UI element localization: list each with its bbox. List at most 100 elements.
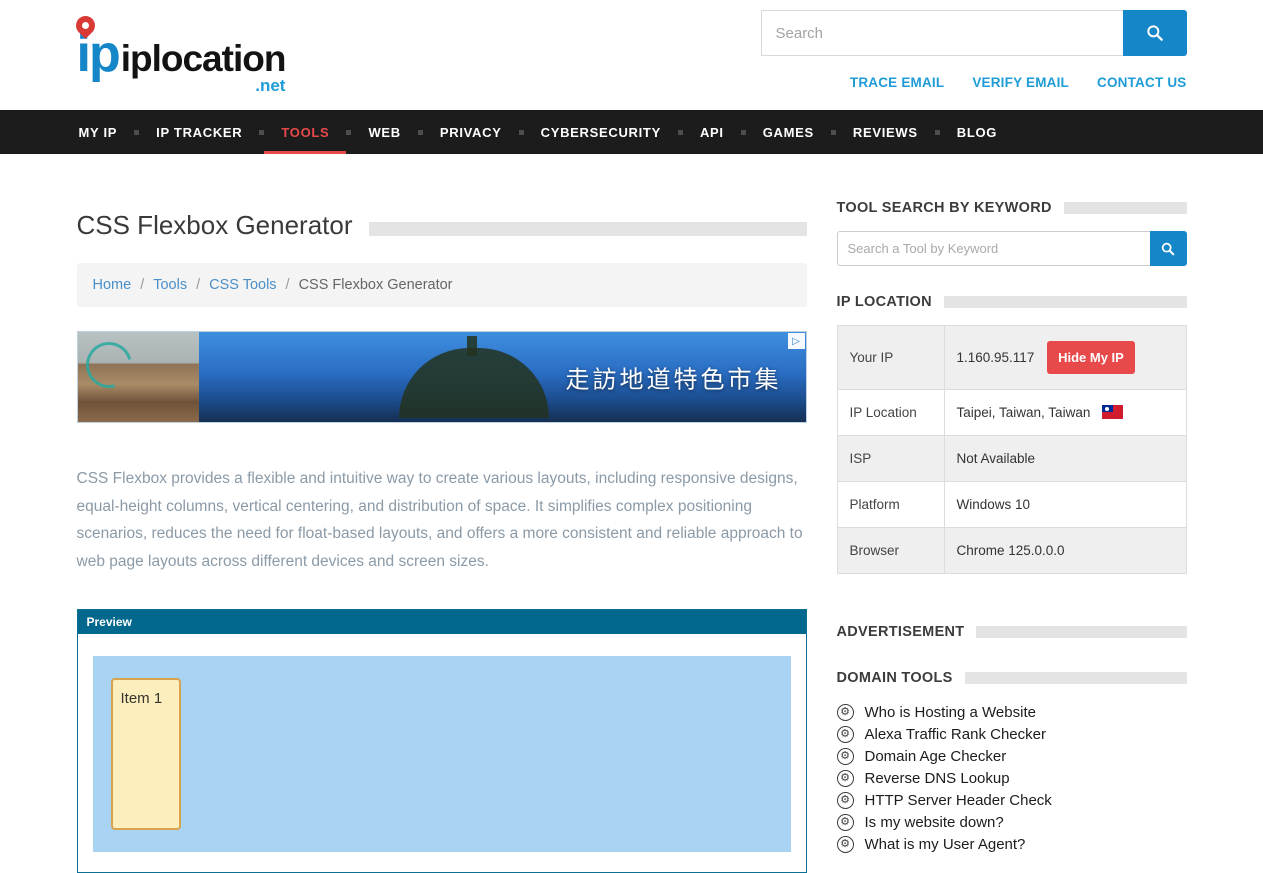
row-label: IP Location bbox=[837, 390, 944, 436]
domain-tools-list: ⚙ Who is Hosting a Website ⚙ Alexa Traff… bbox=[837, 704, 1187, 853]
breadcrumb-separator: / bbox=[286, 277, 290, 293]
domain-tool-label: Who is Hosting a Website bbox=[865, 704, 1036, 721]
ad-photo-left bbox=[78, 332, 199, 422]
row-label: Browser bbox=[837, 528, 944, 574]
breadcrumb: Home / Tools / CSS Tools / CSS Flexbox Generat… bbox=[77, 263, 807, 307]
domain-tool-label: Domain Age Checker bbox=[865, 748, 1007, 765]
main-content: CSS Flexbox Generator Home / Tools / CSS Too… bbox=[77, 184, 807, 873]
gear-icon: ⚙ bbox=[837, 726, 854, 743]
search-icon bbox=[1145, 23, 1165, 43]
platform-value: Windows 10 bbox=[944, 482, 1186, 528]
adchoices-icon[interactable]: ▷ bbox=[788, 333, 805, 349]
table-row-isp: ISP Not Available bbox=[837, 436, 1186, 482]
nav-item-blog[interactable]: BLOG bbox=[940, 110, 1014, 154]
domain-tool-hosting-link[interactable]: ⚙ Who is Hosting a Website bbox=[837, 704, 1187, 721]
heading-decoration-bar bbox=[1064, 202, 1187, 214]
nav-item-reviews[interactable]: REVIEWS bbox=[836, 110, 935, 154]
tool-search-box bbox=[837, 231, 1187, 266]
browser-value: Chrome 125.0.0.0 bbox=[944, 528, 1186, 574]
preview-body: Item 1 bbox=[78, 634, 806, 872]
nav-item-cybersecurity[interactable]: CYBERSECURITY bbox=[524, 110, 678, 154]
heading-decoration-bar bbox=[976, 626, 1186, 638]
gear-icon: ⚙ bbox=[837, 748, 854, 765]
header-links: TRACE EMAIL VERIFY EMAIL CONTACT US bbox=[761, 75, 1187, 90]
nav-item-games[interactable]: GAMES bbox=[746, 110, 831, 154]
ip-location-heading-row: IP LOCATION bbox=[837, 294, 1187, 310]
breadcrumb-css-tools[interactable]: CSS Tools bbox=[209, 277, 276, 293]
ip-location-heading: IP LOCATION bbox=[837, 294, 932, 310]
ad-headline: 走訪地道特色市集 bbox=[566, 360, 782, 395]
advertisement-heading: ADVERTISEMENT bbox=[837, 624, 965, 640]
domain-tools-heading-row: DOMAIN TOOLS bbox=[837, 670, 1187, 686]
gear-icon: ⚙ bbox=[837, 770, 854, 787]
hide-my-ip-button[interactable]: Hide My IP bbox=[1047, 341, 1135, 374]
table-row-your-ip: Your IP 1.160.95.117 Hide My IP bbox=[837, 326, 1186, 390]
breadcrumb-tools[interactable]: Tools bbox=[153, 277, 187, 293]
page-title: CSS Flexbox Generator bbox=[77, 210, 353, 241]
isp-value: Not Available bbox=[944, 436, 1186, 482]
trace-email-link[interactable]: TRACE EMAIL bbox=[850, 75, 944, 90]
gear-icon: ⚙ bbox=[837, 814, 854, 831]
ad-photo-right: 走訪地道特色市集 bbox=[199, 332, 806, 422]
nav-item-web[interactable]: WEB bbox=[351, 110, 417, 154]
domain-tool-http-header-link[interactable]: ⚙ HTTP Server Header Check bbox=[837, 792, 1187, 809]
gear-icon: ⚙ bbox=[837, 792, 854, 809]
breadcrumb-separator: / bbox=[140, 277, 144, 293]
row-label: ISP bbox=[837, 436, 944, 482]
tool-search-input[interactable] bbox=[837, 231, 1150, 266]
domain-tool-label: Reverse DNS Lookup bbox=[865, 770, 1010, 787]
ad-banner[interactable]: 走訪地道特色市集 ▷ bbox=[77, 331, 807, 423]
tool-description: CSS Flexbox provides a flexible and intu… bbox=[77, 465, 807, 575]
logo-text: iplocation bbox=[121, 38, 286, 79]
contact-us-link[interactable]: CONTACT US bbox=[1097, 75, 1187, 90]
domain-tool-user-agent-link[interactable]: ⚙ What is my User Agent? bbox=[837, 836, 1187, 853]
flexbox-preview-container: Item 1 bbox=[93, 656, 791, 852]
domain-tool-label: Is my website down? bbox=[865, 814, 1004, 831]
site-search-button[interactable] bbox=[1123, 10, 1187, 56]
flex-item-1: Item 1 bbox=[111, 678, 181, 830]
nav-item-my-ip[interactable]: MY IP bbox=[77, 110, 135, 154]
nav-item-api[interactable]: API bbox=[683, 110, 741, 154]
heading-decoration-bar bbox=[965, 672, 1187, 684]
nav-item-ip-tracker[interactable]: IP TRACKER bbox=[139, 110, 259, 154]
breadcrumb-current: CSS Flexbox Generator bbox=[299, 277, 453, 293]
domain-tool-label: HTTP Server Header Check bbox=[865, 792, 1052, 809]
heading-decoration-bar bbox=[944, 296, 1187, 308]
sidebar: TOOL SEARCH BY KEYWORD IP LOCATION Your … bbox=[837, 184, 1187, 873]
tool-search-button[interactable] bbox=[1150, 231, 1187, 266]
breadcrumb-separator: / bbox=[196, 277, 200, 293]
tool-search-heading: TOOL SEARCH BY KEYWORD bbox=[837, 200, 1052, 216]
domain-tool-alexa-rank-link[interactable]: ⚙ Alexa Traffic Rank Checker bbox=[837, 726, 1187, 743]
header-right: TRACE EMAIL VERIFY EMAIL CONTACT US bbox=[761, 10, 1187, 90]
your-ip-value: 1.160.95.117 bbox=[957, 350, 1035, 365]
row-label: Platform bbox=[837, 482, 944, 528]
domain-tools-heading: DOMAIN TOOLS bbox=[837, 670, 953, 686]
tool-search-heading-row: TOOL SEARCH BY KEYWORD bbox=[837, 200, 1187, 216]
domain-tool-reverse-dns-link[interactable]: ⚙ Reverse DNS Lookup bbox=[837, 770, 1187, 787]
gear-icon: ⚙ bbox=[837, 836, 854, 853]
table-row-browser: Browser Chrome 125.0.0.0 bbox=[837, 528, 1186, 574]
site-header: ip iplocation .net TRACE EMAIL VERIFY EM… bbox=[0, 0, 1263, 110]
verify-email-link[interactable]: VERIFY EMAIL bbox=[972, 75, 1069, 90]
domain-tool-website-down-link[interactable]: ⚙ Is my website down? bbox=[837, 814, 1187, 831]
table-row-platform: Platform Windows 10 bbox=[837, 482, 1186, 528]
breadcrumb-home[interactable]: Home bbox=[93, 277, 132, 293]
logo-suffix: .net bbox=[255, 76, 285, 96]
table-row-ip-location: IP Location Taipei, Taiwan, Taiwan bbox=[837, 390, 1186, 436]
gear-icon: ⚙ bbox=[837, 704, 854, 721]
advertisement-heading-row: ADVERTISEMENT bbox=[837, 624, 1187, 640]
row-label: Your IP bbox=[837, 326, 944, 390]
logo-wordmark: iplocation .net bbox=[121, 14, 286, 80]
site-search-input[interactable] bbox=[761, 10, 1123, 56]
ip-info-table: Your IP 1.160.95.117 Hide My IP IP Locat… bbox=[837, 325, 1187, 574]
taiwan-flag-icon bbox=[1102, 405, 1123, 419]
domain-tool-label: Alexa Traffic Rank Checker bbox=[865, 726, 1046, 743]
preview-panel: Preview Item 1 bbox=[77, 609, 807, 873]
title-decoration-bar bbox=[369, 222, 807, 236]
domain-tool-domain-age-link[interactable]: ⚙ Domain Age Checker bbox=[837, 748, 1187, 765]
site-search bbox=[761, 10, 1187, 56]
nav-item-privacy[interactable]: PRIVACY bbox=[423, 110, 519, 154]
site-logo[interactable]: ip iplocation .net bbox=[77, 10, 286, 90]
nav-item-tools[interactable]: TOOLS bbox=[264, 110, 346, 154]
domain-tool-label: What is my User Agent? bbox=[865, 836, 1026, 853]
